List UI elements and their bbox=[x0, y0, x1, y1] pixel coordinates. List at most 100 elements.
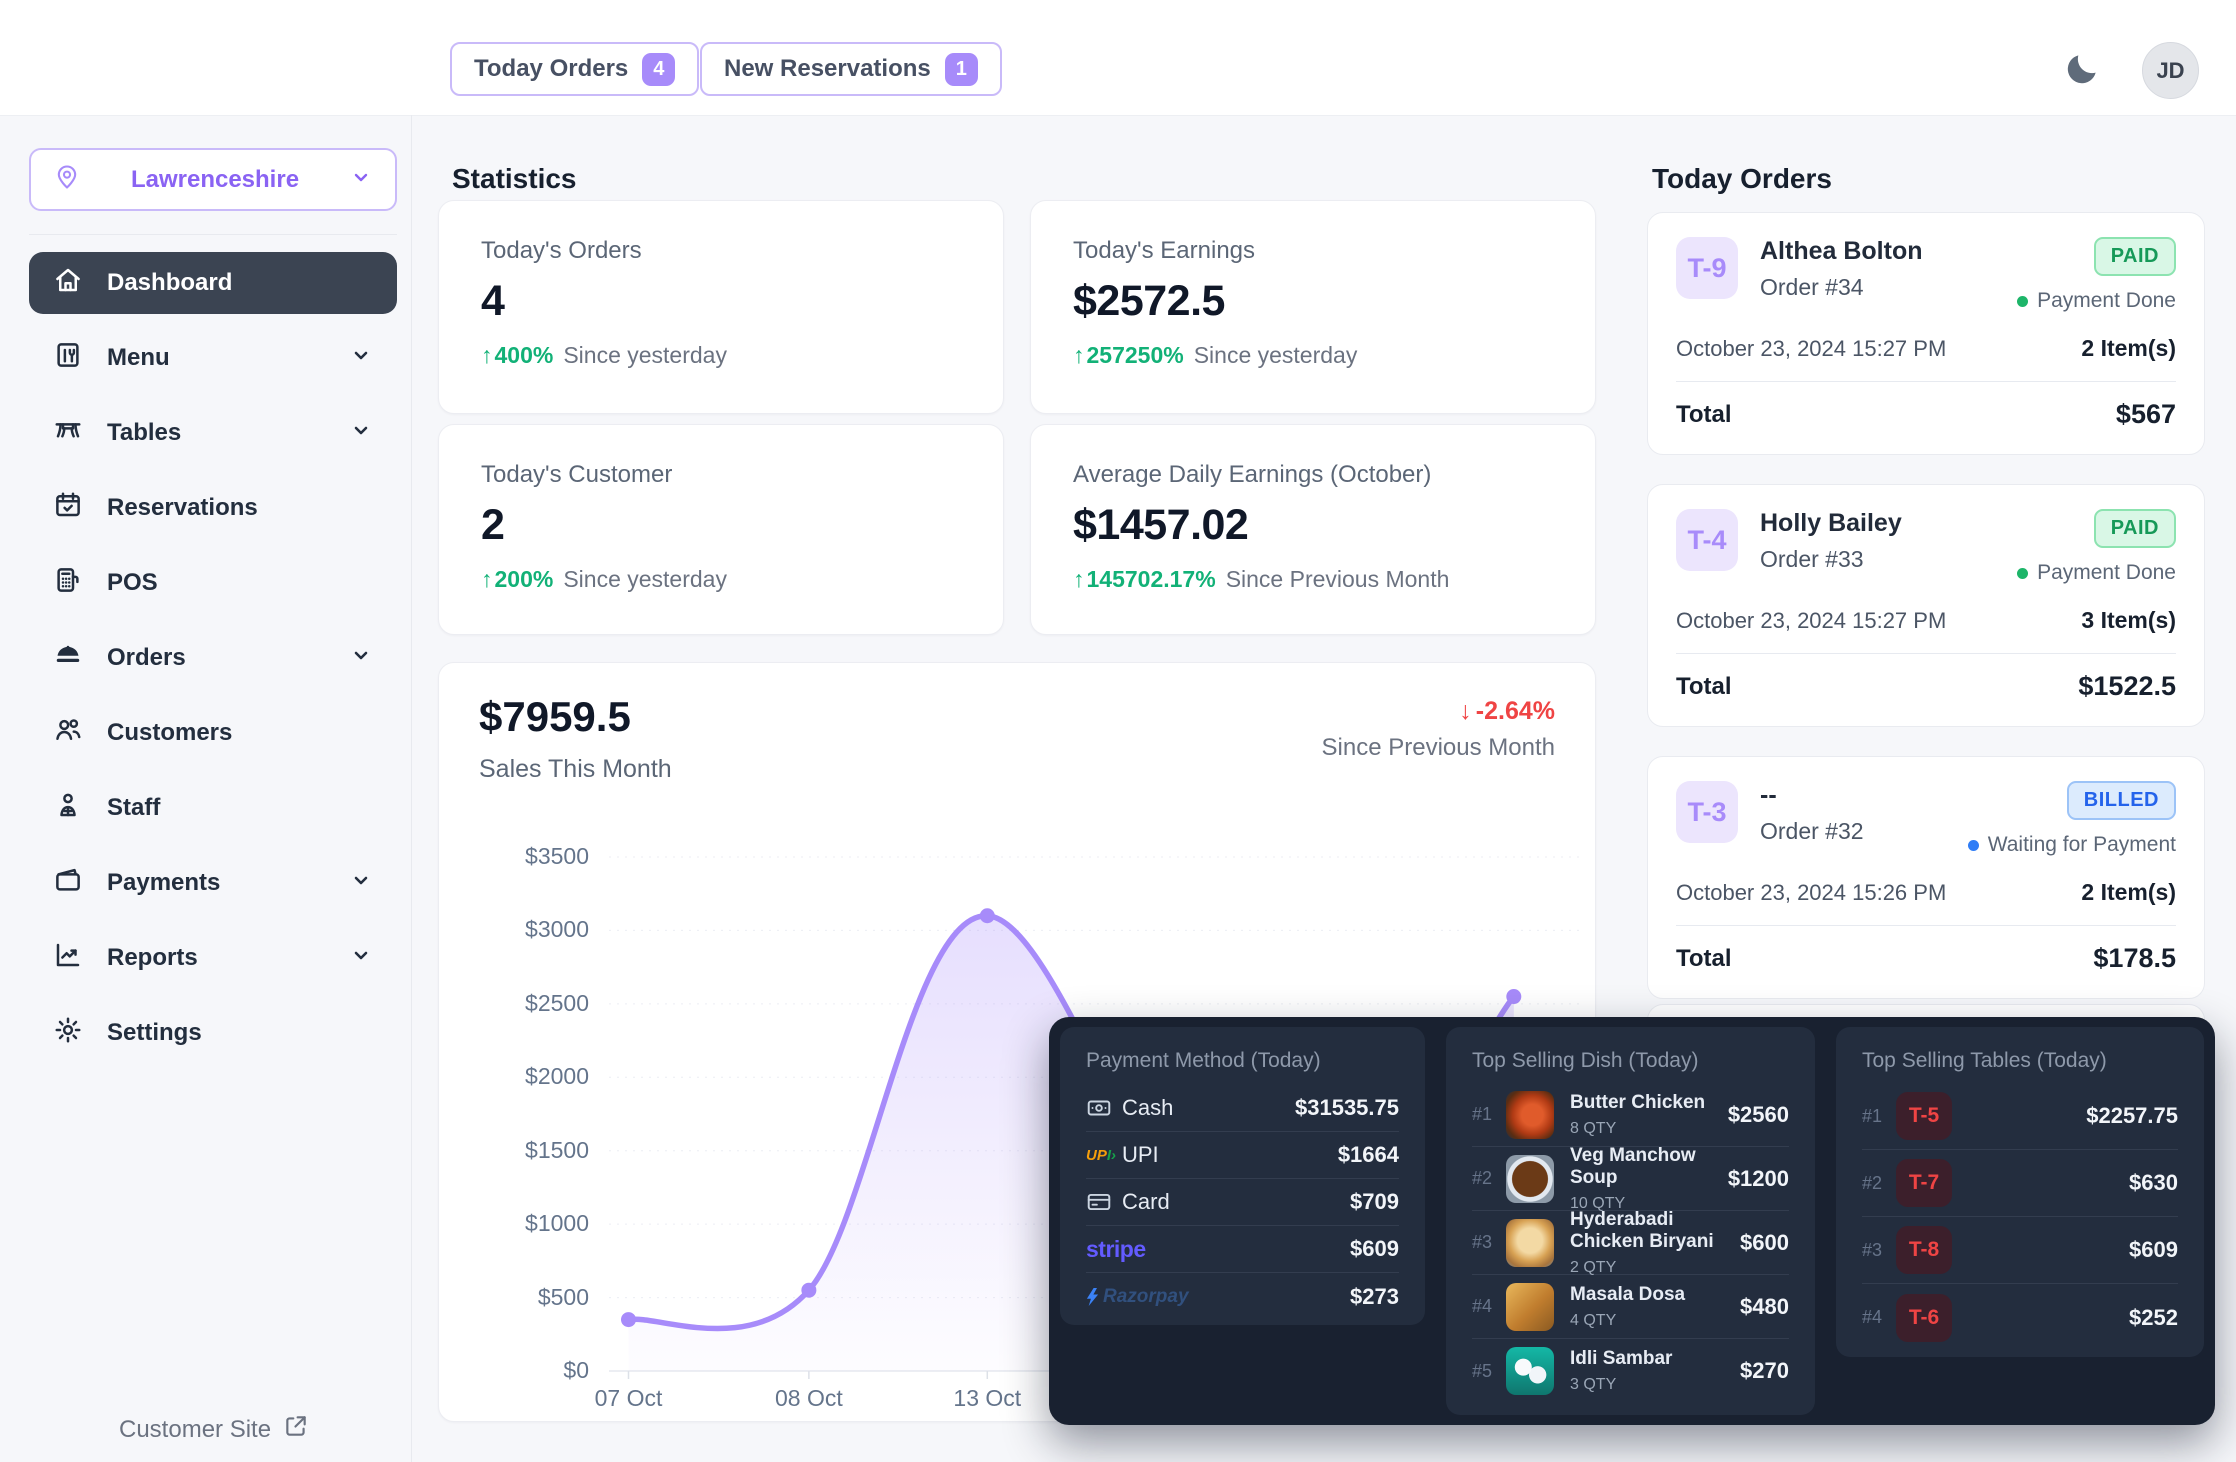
payment-row: stripe $609 bbox=[1086, 1226, 1399, 1273]
table-badge: T-7 bbox=[1896, 1159, 1952, 1207]
x-axis-tick: 13 Oct bbox=[922, 1385, 1052, 1412]
total-label: Total bbox=[1676, 673, 1732, 701]
payment-method-panel: Payment Method (Today) Cash $31535.75 UP… bbox=[1060, 1027, 1425, 1325]
today-orders-button[interactable]: Today Orders 4 bbox=[450, 42, 699, 96]
banknote-icon bbox=[1086, 1095, 1122, 1121]
order-total: $178.5 bbox=[2093, 943, 2176, 974]
rank-label: #3 bbox=[1862, 1240, 1896, 1261]
sidebar-item-settings[interactable]: Settings bbox=[29, 1002, 397, 1064]
down-arrow-icon: -2.64% bbox=[1459, 697, 1555, 726]
sidebar-nav: Dashboard Menu Tables Reservations POS bbox=[29, 252, 397, 1077]
stat-delta-caption: Since Previous Month bbox=[1226, 566, 1450, 593]
new-reservations-button-label: New Reservations bbox=[724, 55, 931, 83]
payment-method-label: Card bbox=[1122, 1189, 1170, 1215]
payment-amount: $709 bbox=[1350, 1189, 1399, 1215]
user-avatar[interactable]: JD bbox=[2142, 42, 2199, 99]
sidebar-item-label: Orders bbox=[107, 644, 186, 672]
dish-photo bbox=[1506, 1347, 1554, 1395]
home-icon bbox=[53, 265, 83, 302]
stat-delta-caption: Since yesterday bbox=[563, 342, 727, 369]
sidebar-item-tables[interactable]: Tables bbox=[29, 402, 397, 464]
sales-subtitle: Sales This Month bbox=[479, 755, 672, 784]
sidebar: Lawrenceshire Dashboard Menu Tables bbox=[29, 115, 412, 1462]
stat-delta: 257250% Since yesterday bbox=[1073, 342, 1553, 369]
order-number: Order #32 bbox=[1760, 818, 1864, 845]
order-total: $1522.5 bbox=[2078, 671, 2176, 702]
dish-name: Masala Dosa bbox=[1570, 1284, 1685, 1306]
table-badge: T-5 bbox=[1896, 1092, 1952, 1140]
x-axis-tick: 08 Oct bbox=[744, 1385, 874, 1412]
y-axis-tick: $2000 bbox=[469, 1063, 589, 1091]
sidebar-item-dashboard[interactable]: Dashboard bbox=[29, 252, 397, 314]
location-selector[interactable]: Lawrenceshire bbox=[29, 148, 397, 211]
sidebar-item-label: Settings bbox=[107, 1019, 202, 1047]
rank-label: #4 bbox=[1862, 1307, 1896, 1328]
rank-label: #1 bbox=[1862, 1106, 1896, 1127]
table-row: #1 T-5 $2257.75 bbox=[1862, 1083, 2178, 1150]
order-number: Order #33 bbox=[1760, 546, 1902, 573]
sidebar-item-payments[interactable]: Payments bbox=[29, 852, 397, 914]
razorpay-logo: Razorpay bbox=[1086, 1286, 1189, 1308]
status-dot bbox=[1968, 840, 1979, 851]
calendar-check-icon bbox=[53, 490, 83, 527]
stat-card-todays-earnings: Today's Earnings $2572.5 257250% Since y… bbox=[1030, 200, 1596, 414]
panel-title: Top Selling Dish (Today) bbox=[1472, 1049, 1789, 1073]
order-card[interactable]: T-9 Althea Bolton Order #34 PAID Payment… bbox=[1647, 212, 2205, 455]
sales-delta-caption: Since Previous Month bbox=[1322, 734, 1555, 762]
sidebar-item-label: Reservations bbox=[107, 494, 258, 522]
stat-value: 2 bbox=[481, 501, 961, 550]
statistics-heading: Statistics bbox=[452, 163, 577, 195]
stat-value: $2572.5 bbox=[1073, 277, 1553, 326]
today-orders-button-label: Today Orders bbox=[474, 55, 628, 83]
status-badge: PAID bbox=[2094, 237, 2176, 276]
order-card[interactable]: T-4 Holly Bailey Order #33 PAID Payment … bbox=[1647, 484, 2205, 727]
stat-delta: 145702.17% Since Previous Month bbox=[1073, 566, 1553, 593]
stat-value: $1457.02 bbox=[1073, 501, 1553, 550]
sidebar-item-pos[interactable]: POS bbox=[29, 552, 397, 614]
up-arrow-icon: 400% bbox=[481, 342, 553, 369]
table-badge: T-3 bbox=[1676, 781, 1738, 843]
dish-qty: 2 QTY bbox=[1570, 1259, 1740, 1277]
sidebar-item-customers[interactable]: Customers bbox=[29, 702, 397, 764]
customer-site-link[interactable]: Customer Site bbox=[119, 1413, 309, 1446]
rank-label: #4 bbox=[1472, 1296, 1506, 1317]
sales-total: $7959.5 bbox=[479, 693, 631, 741]
panel-title: Top Selling Tables (Today) bbox=[1862, 1049, 2178, 1073]
payment-row: Cash $31535.75 bbox=[1086, 1085, 1399, 1132]
dish-row: #1 Butter Chicken 8 QTY $2560 bbox=[1472, 1083, 1789, 1147]
chevron-down-icon bbox=[349, 165, 373, 194]
stat-label: Today's Customer bbox=[481, 461, 961, 489]
sidebar-item-label: Payments bbox=[107, 869, 220, 897]
staff-person-icon bbox=[53, 790, 83, 827]
status-badge: BILLED bbox=[2067, 781, 2176, 820]
dish-photo bbox=[1506, 1091, 1554, 1139]
dark-mode-toggle[interactable] bbox=[2060, 48, 2104, 92]
top-selling-dish-panel: Top Selling Dish (Today) #1 Butter Chick… bbox=[1446, 1027, 1815, 1415]
payment-amount: $1664 bbox=[1338, 1142, 1399, 1168]
sidebar-item-label: Tables bbox=[107, 419, 181, 447]
table-badge: T-4 bbox=[1676, 509, 1738, 571]
summary-overlay: Payment Method (Today) Cash $31535.75 UP… bbox=[1049, 1017, 2215, 1425]
sidebar-item-reservations[interactable]: Reservations bbox=[29, 477, 397, 539]
y-axis-tick: $0 bbox=[469, 1357, 589, 1385]
new-reservations-button[interactable]: New Reservations 1 bbox=[700, 42, 1002, 96]
stat-delta: 200% Since yesterday bbox=[481, 566, 961, 593]
order-card[interactable]: T-3 -- Order #32 BILLED Waiting for Paym… bbox=[1647, 756, 2205, 999]
payment-row: Card $709 bbox=[1086, 1179, 1399, 1226]
up-arrow-icon: 145702.17% bbox=[1073, 566, 1216, 593]
sidebar-item-menu[interactable]: Menu bbox=[29, 327, 397, 389]
sidebar-item-staff[interactable]: Staff bbox=[29, 777, 397, 839]
location-label: Lawrenceshire bbox=[131, 166, 299, 194]
credit-card-icon bbox=[1086, 1189, 1122, 1215]
stat-label: Today's Orders bbox=[481, 237, 961, 265]
sidebar-item-orders[interactable]: Orders bbox=[29, 627, 397, 689]
dish-row: #4 Masala Dosa 4 QTY $480 bbox=[1472, 1275, 1789, 1339]
table-badge: T-9 bbox=[1676, 237, 1738, 299]
dish-row: #3 Hyderabadi Chicken Biryani 2 QTY $600 bbox=[1472, 1211, 1789, 1275]
stat-delta-caption: Since yesterday bbox=[563, 566, 727, 593]
sidebar-item-reports[interactable]: Reports bbox=[29, 927, 397, 989]
y-axis-tick: $500 bbox=[469, 1284, 589, 1312]
dish-row: #5 Idli Sambar 3 QTY $270 bbox=[1472, 1339, 1789, 1403]
pos-terminal-icon bbox=[53, 565, 83, 602]
dish-amount: $480 bbox=[1740, 1294, 1789, 1320]
